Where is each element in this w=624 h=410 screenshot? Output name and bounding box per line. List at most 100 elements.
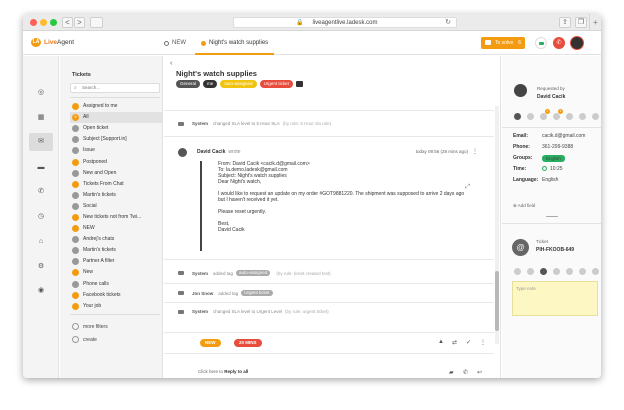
filter-item[interactable]: Tickets From Chat [70,179,162,190]
link-icon[interactable] [566,113,573,120]
grid-icon[interactable]: ▦ [35,112,47,124]
participants-icon[interactable] [527,268,534,275]
scrollbar-thumb[interactable] [495,271,499,331]
sla-timer-pill[interactable]: 20 MINS [234,339,262,347]
tabs-button[interactable]: ❐ [575,17,587,28]
tag-agent[interactable]: me [203,80,218,88]
status-new-pill[interactable]: NEW [200,339,221,347]
phone-field: Phone: 361-299-9388 [513,144,573,150]
ticket-info-icon[interactable] [514,268,521,275]
tab-new[interactable]: NEW [164,40,186,46]
add-field-link[interactable]: ⊕ Add field [513,203,535,209]
divider [164,332,494,333]
tag-auto-assigned[interactable]: auto-assigned [220,80,257,88]
sla-icon[interactable] [566,268,573,275]
add-tag-icon[interactable] [295,81,303,87]
filter-item[interactable]: Social [70,201,162,212]
liveagent-logo[interactable]: LA LiveAgent [31,38,74,47]
tag-general[interactable]: General [176,80,201,88]
filter-item[interactable]: Subject [Support.in] [70,134,162,145]
agent-avatar[interactable] [570,36,584,50]
collapse-handle[interactable] [546,216,558,217]
address-bar[interactable]: 🔒 liveagentlive.ladesk.com ↻ [233,17,457,28]
filter-item[interactable]: Andrej's chats [70,234,162,245]
chat-icon[interactable]: ▬ [35,162,47,174]
tickets-history-icon[interactable]: 1 [540,109,550,120]
note-textarea[interactable]: Type note [512,281,598,316]
note-icon[interactable]: ▰ [449,369,454,376]
to-solve-button[interactable]: To solve 6 [481,37,525,49]
reply-all-link[interactable]: Reply to all [224,369,248,374]
reply-prompt[interactable]: Click here to Reply to all [198,369,248,374]
call-icon[interactable]: ✆ [463,369,468,376]
reload-icon[interactable]: ↻ [445,18,451,28]
new-tab-button[interactable]: + [589,14,601,31]
more-filters-link[interactable]: more filters [72,323,108,330]
divider [164,302,494,303]
forward-button[interactable]: > [74,17,85,28]
to-solve-label: To solve [495,40,514,46]
notes-icon[interactable] [540,268,547,275]
dashboard-icon[interactable]: ◎ [35,87,47,99]
expand-icon[interactable]: ⤢ [465,184,470,191]
history-icon[interactable] [579,268,586,275]
message-text: I would like to request an update on my … [218,191,465,203]
share-button[interactable]: ⇪ [559,17,571,28]
filter-item[interactable]: NEW [70,223,162,234]
filter-item[interactable]: 9 All [70,112,162,124]
chat-status-button[interactable] [535,37,547,49]
contact-info-icon[interactable] [514,113,521,120]
minimize-window-button[interactable] [40,19,47,26]
customers-icon[interactable]: ⌂ [35,236,47,248]
back-arrow-icon[interactable]: ‹ [170,60,172,67]
message-menu-icon[interactable]: ⋮ [472,148,478,155]
history-icon[interactable] [527,113,534,120]
tickets-icon[interactable]: ✉ [29,133,53,151]
filter-item-label: All [83,114,89,121]
filter-item[interactable]: New [70,267,162,278]
field-value: 10:25 [550,166,563,172]
attachments-icon[interactable] [553,268,560,275]
resolve-icon[interactable]: ✓ [466,339,471,346]
filter-item[interactable]: New tickets not from Twi... [70,212,162,223]
priority-icon[interactable]: ▲ [438,339,444,345]
filter-item[interactable]: Postponed [70,156,162,167]
search-input[interactable]: ⌕ Search... [70,83,160,93]
sidebar-toggle-button[interactable] [90,17,103,28]
filter-item[interactable]: Martin's tickets [70,245,162,256]
filter-item[interactable]: Issue [70,145,162,156]
phone-icon[interactable]: ✆ [35,186,47,198]
group-badge[interactable]: English [542,155,565,162]
field-value[interactable]: cacik.d@gmail.com [542,133,585,139]
transfer-icon[interactable]: ⇄ [452,339,457,346]
plugins-icon[interactable]: ◉ [35,285,47,297]
more-icon[interactable] [592,113,599,120]
filter-item[interactable]: Phone calls [70,279,162,290]
phone-status-button[interactable]: ✆ [553,37,565,49]
more-icon[interactable]: ⋮ [480,339,486,346]
close-window-button[interactable] [30,19,37,26]
more-icon[interactable] [592,268,599,275]
filter-item[interactable]: Assigned to me [70,101,162,112]
reply-icon[interactable]: ↩ [477,369,482,376]
email-history-icon[interactable]: 3 [553,109,563,120]
time-icon[interactable]: ◷ [35,211,47,223]
event-author: System [192,121,209,126]
filter-item[interactable]: Open ticket [70,123,162,134]
filter-item[interactable]: Martin's tickets [70,190,162,201]
maximize-window-button[interactable] [50,19,57,26]
create-filter-link[interactable]: create [72,336,97,343]
filter-item[interactable]: Your job [70,301,162,312]
globe-icon[interactable] [579,113,586,120]
field-value[interactable]: English [542,177,558,183]
tab-ticket[interactable]: Night's watch supplies [195,31,275,55]
filter-item[interactable]: Facebook tickets [70,290,162,301]
field-value[interactable]: 361-299-9388 [542,144,573,150]
filter-item[interactable]: Partner A filter [70,256,162,267]
settings-icon[interactable]: ⚙ [35,261,47,273]
divider [502,127,601,128]
tag-urgent[interactable]: Urgent ticket [259,80,293,88]
back-button[interactable]: < [62,17,73,28]
filter-item[interactable]: New and Open [70,168,162,179]
contact-name[interactable]: David Cacik [537,94,565,100]
